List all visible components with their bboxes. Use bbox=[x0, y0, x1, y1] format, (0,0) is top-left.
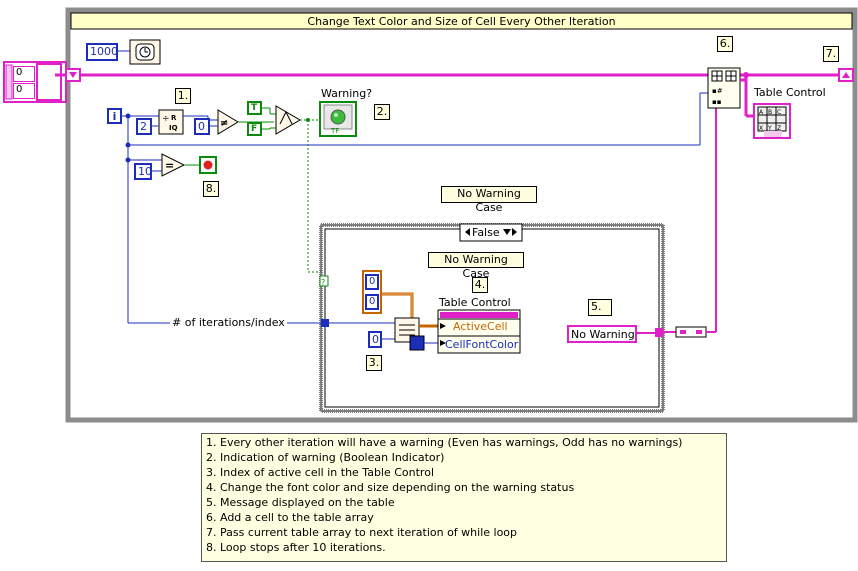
array-value-1[interactable]: 0 bbox=[13, 83, 35, 99]
warning-indicator-tf: TF bbox=[331, 127, 340, 135]
color-constant bbox=[409, 335, 425, 351]
string-tunnel bbox=[655, 328, 663, 337]
note-line: 2. Indication of warning (Boolean Indica… bbox=[206, 451, 445, 464]
svg-text:÷: ÷ bbox=[162, 114, 170, 124]
no-warning-case-label-inner: No Warning Case bbox=[428, 252, 524, 280]
zero-compare-constant[interactable]: 0 bbox=[194, 118, 210, 135]
divisor-constant[interactable]: 2 bbox=[136, 118, 152, 135]
tag-3: 3. bbox=[366, 355, 382, 371]
led-icon bbox=[330, 109, 346, 125]
note-line: 1. Every other iteration will have a war… bbox=[206, 436, 683, 449]
no-warning-case-label-outer: No Warning Case bbox=[441, 186, 537, 214]
svg-text:X: X bbox=[759, 125, 763, 132]
case-selector-value[interactable]: False bbox=[472, 226, 500, 239]
note-line: 7. Pass current table array to next iter… bbox=[206, 526, 518, 539]
tag-2: 2. bbox=[374, 104, 390, 120]
index-tunnel bbox=[321, 319, 329, 327]
wait-ms-constant[interactable]: 1000 bbox=[86, 43, 118, 61]
note-line: 6. Add a cell to the table array bbox=[206, 511, 374, 524]
tag-7: 7. bbox=[823, 46, 839, 62]
property-active-cell[interactable]: ActiveCell bbox=[453, 320, 508, 333]
note-line: 3. Index of active cell in the Table Con… bbox=[206, 466, 435, 479]
note-line: 8. Loop stops after 10 iterations. bbox=[206, 541, 386, 554]
tag-8: 8. bbox=[203, 181, 219, 197]
select-node bbox=[275, 105, 301, 135]
svg-text:Y: Y bbox=[767, 125, 772, 132]
svg-text:IQ: IQ bbox=[169, 124, 178, 132]
warning-indicator-label: Warning? bbox=[321, 87, 373, 100]
tag-1: 1. bbox=[175, 88, 191, 104]
tag-6: 6. bbox=[717, 36, 733, 52]
note-line: 4. Change the font color and size depend… bbox=[206, 481, 575, 494]
array-value-0[interactable]: 0 bbox=[13, 66, 35, 82]
notes-panel: 1. Every other iteration will have a war… bbox=[201, 433, 727, 562]
svg-text:▪#: ▪# bbox=[712, 87, 723, 95]
no-warning-string-text: No Warning bbox=[571, 328, 635, 341]
property-cell-font-color[interactable]: CellFontColor bbox=[445, 338, 518, 351]
svg-text:?: ? bbox=[321, 278, 325, 287]
active-cell-col[interactable]: 0 bbox=[365, 294, 379, 310]
false-constant-label: F bbox=[251, 124, 258, 134]
iteration-terminal: i bbox=[107, 108, 122, 124]
svg-text:▪▪: ▪▪ bbox=[712, 98, 722, 106]
stop-icon bbox=[203, 160, 213, 170]
svg-text:≠: ≠ bbox=[220, 118, 228, 129]
svg-text:Z: Z bbox=[777, 125, 781, 132]
table-control-terminal-label: Table Control bbox=[754, 86, 826, 99]
active-cell-row[interactable]: 0 bbox=[365, 274, 379, 290]
svg-text:R: R bbox=[171, 114, 177, 122]
svg-text:=: = bbox=[165, 159, 174, 172]
true-constant-label: T bbox=[251, 103, 258, 113]
note-line: 5. Message displayed on the table bbox=[206, 496, 395, 509]
index-constant[interactable]: 0 bbox=[368, 331, 382, 348]
svg-text:B: B bbox=[768, 109, 772, 116]
svg-text:C: C bbox=[777, 109, 781, 116]
iterations-index-label: # of iterations/index bbox=[170, 316, 287, 329]
tag-5: 5. bbox=[588, 299, 612, 316]
loop-title: Change Text Color and Size of Cell Every… bbox=[307, 15, 616, 28]
stop-count-constant[interactable]: 10 bbox=[134, 163, 152, 180]
property-node-title: Table Control bbox=[439, 296, 511, 309]
